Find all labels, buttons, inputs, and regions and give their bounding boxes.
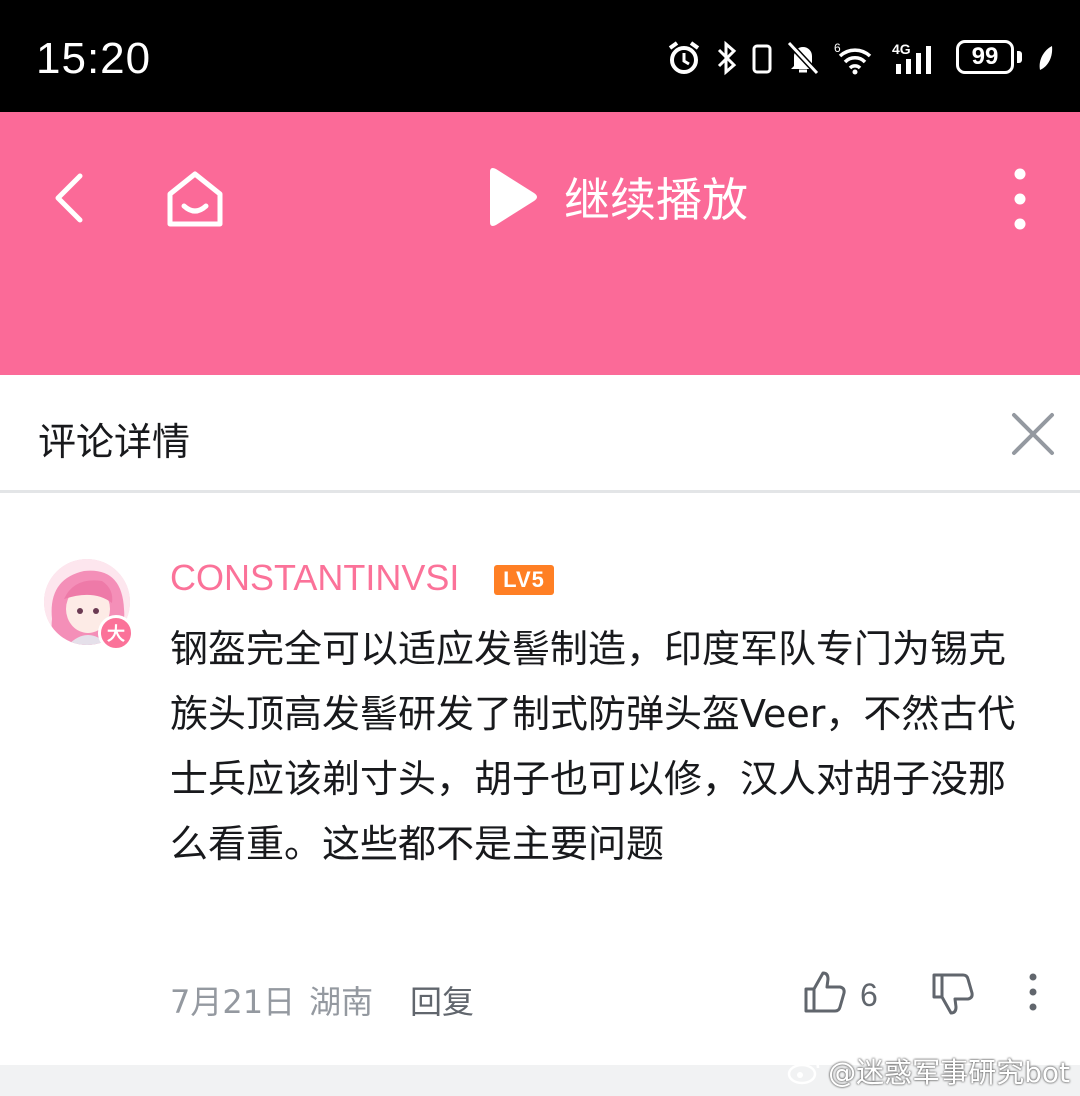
status-icons: 6 4G 99	[666, 36, 1054, 80]
battery-icon: 99	[956, 40, 1022, 76]
close-button[interactable]	[1010, 411, 1056, 457]
bluetooth-icon	[717, 40, 737, 76]
comment-item: 大 CONSTANTINVSI LV5 钢盔完全可以适应发髻制造，印度军队专门为…	[0, 493, 1080, 1065]
thumbs-down-icon	[932, 973, 974, 1015]
continue-play-button[interactable]: 继续播放	[482, 164, 748, 230]
level-badge: LV5	[494, 565, 554, 595]
comment-location: 湖南	[309, 983, 374, 1021]
like-button[interactable]	[802, 969, 848, 1015]
status-time: 15:20	[36, 34, 152, 83]
like-count: 6	[860, 977, 878, 1013]
panel-title: 评论详情	[38, 420, 191, 464]
vibrate-icon	[752, 44, 772, 74]
home-button[interactable]	[160, 164, 230, 234]
wifi-6-icon: 6	[834, 41, 872, 75]
svg-text:6: 6	[834, 41, 841, 55]
video-topbar: 继续播放	[0, 112, 1080, 375]
panel-header: 评论详情	[0, 375, 1080, 493]
battery-level: 99	[971, 43, 999, 70]
more-vertical-icon	[1014, 168, 1026, 230]
dislike-button[interactable]	[930, 971, 976, 1017]
chevron-left-icon	[55, 173, 83, 223]
avatar-badge: 大	[98, 615, 134, 651]
continue-play-label: 继续播放	[564, 173, 748, 227]
mute-bell-icon	[786, 40, 820, 76]
watermark: @迷惑军事研究bot	[786, 1053, 1070, 1089]
svg-text:4G: 4G	[892, 41, 911, 57]
alarm-icon	[668, 41, 700, 74]
status-bar: 15:20 6 4G 99	[0, 0, 1080, 112]
back-button[interactable]	[42, 168, 98, 228]
comment-meta: 7月21日 湖南	[170, 977, 373, 1023]
signal-4g-icon: 4G	[892, 41, 931, 74]
more-menu-button[interactable]	[1000, 164, 1040, 234]
play-icon	[490, 168, 537, 226]
close-icon	[1012, 413, 1054, 455]
weibo-logo-icon	[787, 1058, 820, 1085]
home-icon	[167, 171, 223, 227]
comment-text: 钢盔完全可以适应发髻制造，印度军队专门为锡克族头顶高发髻研发了制式防弹头盔Vee…	[170, 627, 1016, 866]
leaf-icon	[1039, 46, 1053, 70]
comment-more-button[interactable]	[1018, 969, 1048, 1015]
watermark-text: @迷惑军事研究bot	[828, 1056, 1070, 1089]
thumbs-up-icon	[804, 971, 846, 1013]
comment-detail-panel: 评论详情 大 CONSTANTINVSI LV5 钢盔完全可以适应发髻制造，印度…	[0, 375, 1080, 1065]
comment-date: 7月21日	[170, 983, 296, 1021]
reply-button[interactable]: 回复	[410, 977, 474, 1023]
username[interactable]: CONSTANTINVSI	[170, 557, 459, 599]
more-vertical-icon	[1029, 973, 1037, 1011]
